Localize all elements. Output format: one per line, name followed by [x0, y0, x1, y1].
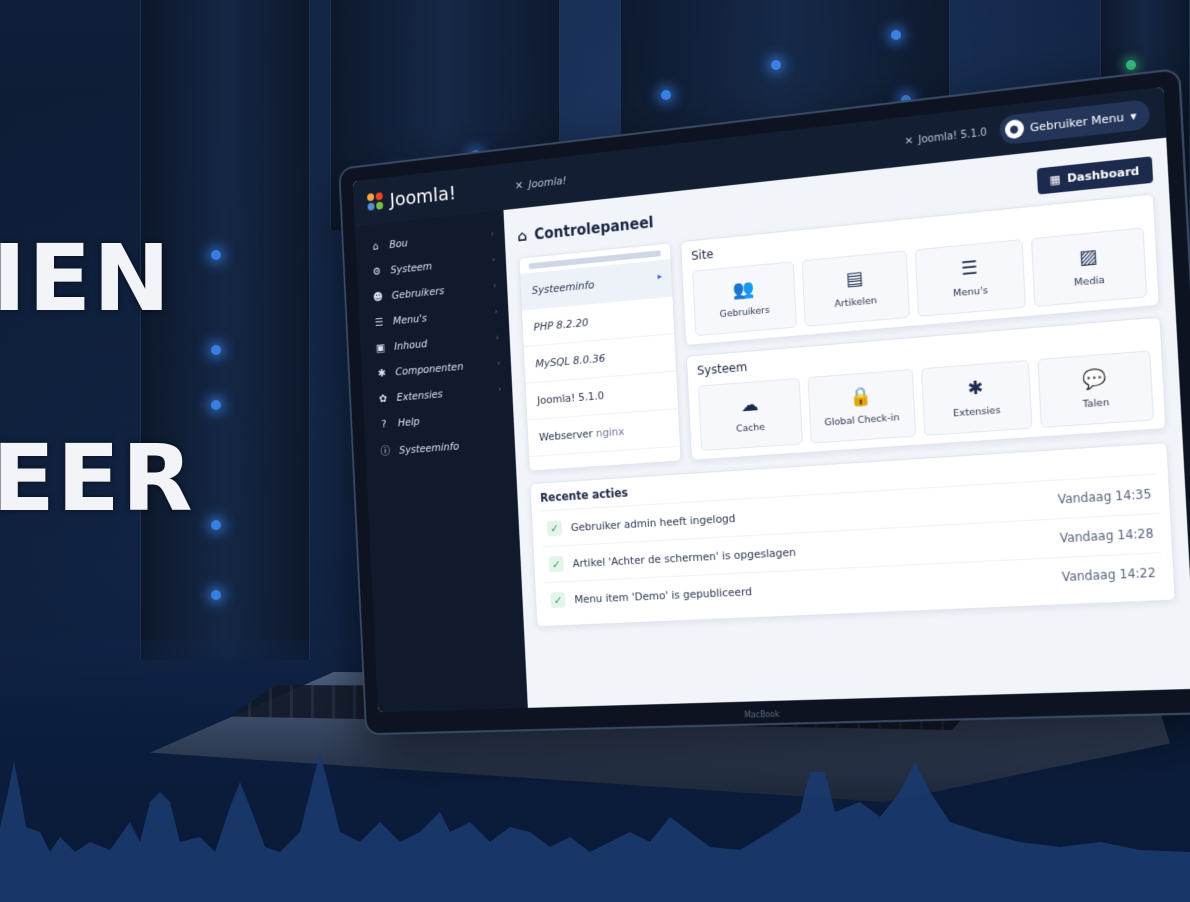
user-avatar-icon: ●: [1004, 119, 1024, 140]
chevron-right-icon: ›: [493, 281, 497, 291]
sidebar-item-label: Systeeminfo: [399, 439, 459, 456]
webserver-value: nginx: [596, 425, 625, 440]
tile-label: Gebruikers: [719, 304, 770, 319]
dashboard-icon: ▦: [1049, 172, 1061, 187]
quick-panels: Site 👥 Gebruikers ▤ Artikelen ☰ Menu's ▨…: [680, 193, 1166, 460]
skyline-silhouette: [0, 752, 1190, 902]
home-icon: ⌂: [517, 226, 528, 244]
site-link[interactable]: ✕ Joomla!: [515, 174, 567, 192]
rack-led: [211, 250, 221, 260]
tile-media[interactable]: ▨ Media: [1031, 227, 1147, 307]
system-info-card: Systeeminfo ▸ PHP 8.2.20 MySQL 8.0.36 Jo…: [518, 242, 681, 471]
rack-led: [211, 400, 221, 410]
laptop-screen: Joomla! ✕ Joomla! ✕ Joomla! 5.1.0 ● Gebr…: [353, 87, 1190, 712]
laptop-bezel: Joomla! ✕ Joomla! ✕ Joomla! 5.1.0 ● Gebr…: [338, 68, 1190, 736]
rack-led: [661, 90, 671, 100]
logo-text: Joomla!: [389, 181, 456, 211]
sidebar-item-label: Menu's: [393, 312, 427, 327]
action-time: Vandaag 14:28: [1059, 526, 1154, 546]
chevron-right-icon: ›: [494, 307, 498, 317]
tile-talen[interactable]: 💬 Talen: [1038, 350, 1154, 428]
language-icon: 💬: [1082, 369, 1107, 390]
tile-label: Media: [1074, 274, 1105, 288]
version-label: Joomla! 5.1.0: [918, 127, 987, 146]
rack-led: [891, 30, 901, 40]
tile-label: Menu's: [953, 285, 988, 299]
wrench-icon: ⚙: [370, 265, 383, 278]
joomla-small-icon: ✕: [515, 178, 524, 191]
check-icon: ✓: [550, 592, 565, 608]
users-icon: 👥: [732, 280, 755, 300]
tile-label: Extensies: [953, 404, 1001, 419]
hero-text-line-2: EER: [0, 425, 195, 532]
image-icon: ▨: [1079, 247, 1098, 268]
check-icon: ✓: [549, 556, 564, 572]
file-icon: ▣: [374, 341, 387, 354]
tile-global-check-in[interactable]: 🔒 Global Check-in: [807, 369, 916, 444]
article-icon: ▤: [845, 269, 863, 289]
menu-list-icon: ☰: [960, 258, 978, 278]
sidebar-item-label: Componenten: [395, 360, 463, 378]
hero-text-line-1: IEN: [0, 225, 172, 332]
arrow-right-icon: ▸: [657, 272, 662, 282]
rack-led: [1126, 60, 1136, 70]
tile-cache[interactable]: ☁ Cache: [698, 378, 803, 451]
help-icon: ?: [378, 417, 391, 430]
tile-label: Cache: [736, 421, 765, 434]
puzzle-icon: ✱: [375, 367, 388, 380]
rack-led: [211, 345, 221, 355]
tile-artikelen[interactable]: ▤ Artikelen: [801, 250, 909, 327]
rack-led: [211, 590, 221, 600]
rack-led: [211, 520, 221, 530]
page-title-text: Controlepaneel: [534, 213, 654, 243]
webserver-label: Webserver: [539, 427, 593, 443]
user-menu-button[interactable]: ● Gebruiker Menu ▾: [999, 99, 1151, 145]
sidebar: ⌂ Bou › ⚙ Systeem › ☻ Gebruikers › ☰ Men…: [355, 210, 528, 712]
sidebar-item-label: Help: [398, 415, 420, 429]
user-menu-label: Gebruiker Menu: [1030, 110, 1125, 134]
sidebar-item-label: Systeem: [390, 260, 432, 277]
city-skyline: [0, 732, 1190, 902]
joomla-logo-icon: [365, 190, 385, 213]
list-icon: ☰: [373, 316, 386, 329]
site-link-label: Joomla!: [528, 174, 566, 191]
main-content: ⌂ Controlepaneel ▦ Dashboard Systeeminfo…: [503, 138, 1190, 708]
extension-icon: ✿: [377, 392, 390, 405]
recent-actions-panel: Recente acties ✓ Gebruiker admin heeft i…: [529, 442, 1175, 627]
sidebar-item-label: Bou: [389, 237, 408, 251]
puzzle-icon: ✱: [967, 378, 984, 398]
tile-label: Talen: [1082, 396, 1109, 409]
lock-icon: 🔒: [849, 387, 872, 407]
chevron-down-icon: ▾: [1130, 109, 1137, 123]
dashboard-button[interactable]: ▦ Dashboard: [1036, 156, 1153, 194]
sidebar-item-label: Inhoud: [394, 337, 428, 352]
joomla-logo[interactable]: Joomla!: [365, 174, 515, 214]
tile-gebruikers[interactable]: 👥 Gebruikers: [692, 261, 797, 336]
chevron-right-icon: ›: [498, 384, 502, 394]
action-time: Vandaag 14:35: [1057, 487, 1151, 507]
sidebar-item-label: Extensies: [396, 388, 443, 404]
cache-icon: ☁: [740, 396, 758, 415]
tile-label: Artikelen: [834, 295, 877, 310]
sidebar-item-label: Gebruikers: [391, 284, 444, 301]
tile-menus[interactable]: ☰ Menu's: [914, 239, 1026, 317]
version-indicator: ✕ Joomla! 5.1.0: [904, 127, 987, 148]
users-icon: ☻: [372, 290, 385, 303]
info-icon: ⓘ: [379, 443, 392, 459]
page-title: ⌂ Controlepaneel: [517, 213, 654, 245]
action-time: Vandaag 14:22: [1061, 565, 1156, 584]
rack-led: [771, 60, 781, 70]
chevron-right-icon: ›: [497, 358, 501, 368]
home-icon: ⌂: [369, 240, 382, 253]
joomla-small-icon: ✕: [904, 135, 913, 147]
dashboard-button-label: Dashboard: [1067, 164, 1140, 185]
check-icon: ✓: [547, 520, 562, 536]
chevron-right-icon: ›: [495, 332, 499, 342]
chevron-right-icon: ›: [492, 255, 496, 265]
tile-label: Global Check-in: [824, 412, 899, 429]
systeeminfo-label: Systeeminfo: [532, 278, 595, 297]
tile-extensies[interactable]: ✱ Extensies: [920, 360, 1032, 436]
chevron-right-icon: ›: [490, 229, 494, 239]
